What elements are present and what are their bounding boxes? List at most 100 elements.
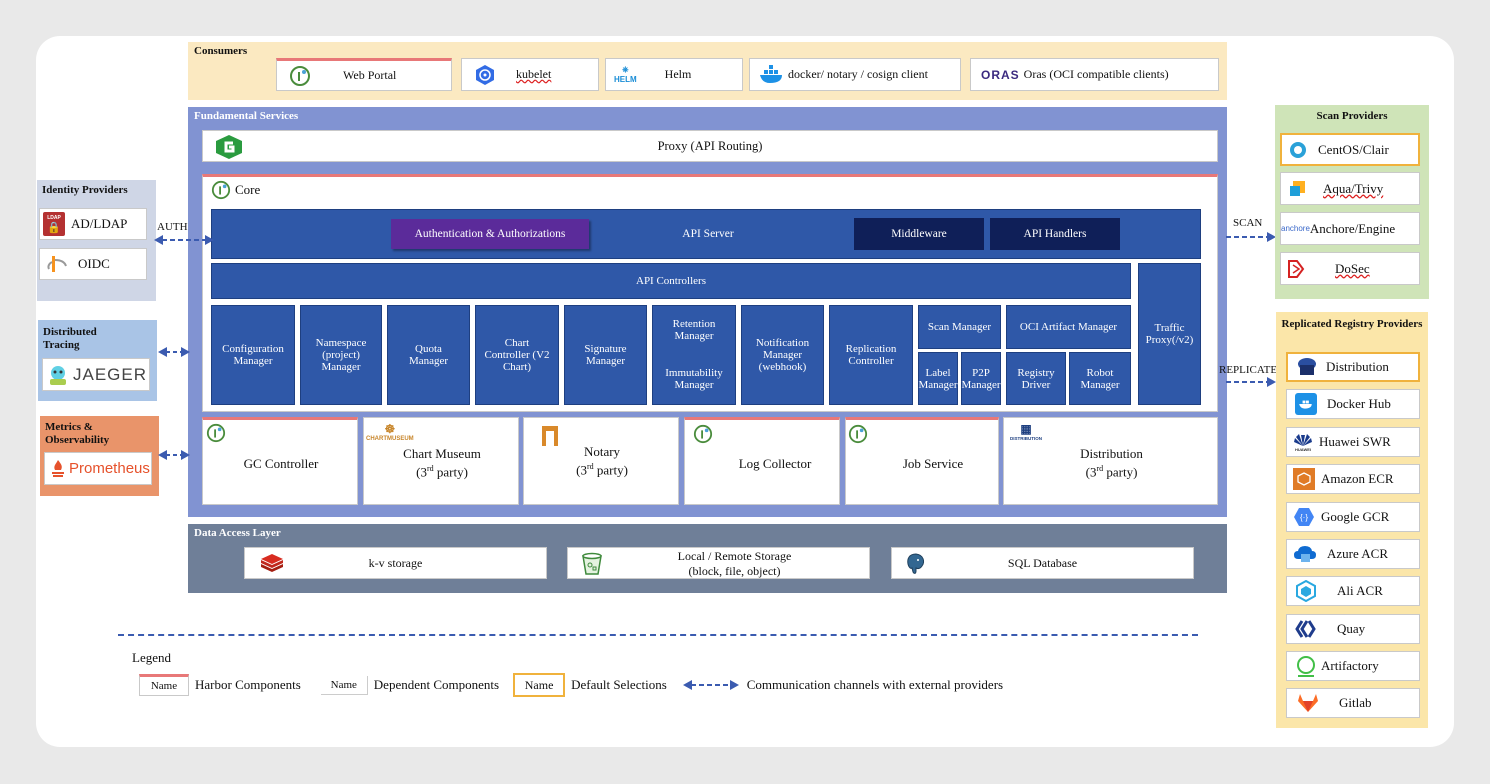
registry-amazon-ecr[interactable]: Amazon ECR	[1286, 464, 1420, 494]
oci-artifact-manager[interactable]: OCI Artifact Manager	[1006, 305, 1131, 349]
consumer-helm[interactable]: ⎈ HELM Helm	[605, 58, 743, 91]
identity-label: OIDC	[78, 256, 110, 271]
data-access-title: Data Access Layer	[194, 527, 281, 539]
scan-manager[interactable]: Scan Manager	[918, 305, 1001, 349]
authn-box[interactable]: Authentication & Authorizations	[391, 219, 589, 249]
huawei-icon: HUAWEI	[1293, 433, 1313, 452]
identity-ad-ldap[interactable]: LDAP 🔒 AD/LDAP	[39, 208, 147, 240]
scan-provider-label: DoSec	[1335, 260, 1370, 276]
fundamental-title: Fundamental Services	[194, 110, 299, 122]
legend-dependent-sample: Name	[320, 675, 368, 695]
registry-label: Quay	[1337, 621, 1366, 636]
immutability-manager[interactable]: Immutability Manager	[652, 353, 736, 405]
scan-provider-dosec[interactable]: DoSec	[1280, 252, 1420, 285]
dosec-icon	[1287, 259, 1305, 279]
distribution-box[interactable]: ▦ DISTRIBUTION Distribution (3rd party)	[1003, 417, 1218, 505]
tracing-title: Distributed Tracing	[43, 326, 97, 351]
configuration-manager[interactable]: Configuration Manager	[211, 305, 295, 405]
scan-provider-trivy[interactable]: Aqua/Trivy	[1280, 172, 1420, 205]
auth-channel-arrow	[154, 235, 214, 245]
fundamental-section: Fundamental Services Proxy (API Routing)…	[188, 107, 1227, 517]
job-service-label: Job Service	[902, 456, 964, 471]
registry-google-gcr[interactable]: {·} Google GCR	[1286, 502, 1420, 532]
api-handlers-box[interactable]: API Handlers	[990, 218, 1120, 250]
gc-controller-box[interactable]: GC Controller	[202, 417, 358, 505]
sql-database-label: SQL Database	[1007, 555, 1078, 570]
retention-manager[interactable]: Retention Manager	[652, 305, 736, 353]
kv-storage-label: k-v storage	[368, 555, 423, 570]
registry-driver[interactable]: Registry Driver	[1006, 352, 1066, 405]
log-collector-box[interactable]: Log Collector	[684, 417, 840, 505]
consumer-label: Web Portal	[343, 68, 397, 82]
label-manager[interactable]: Label Manager	[918, 352, 958, 405]
kv-storage-box[interactable]: k-v storage	[244, 547, 547, 579]
scan-provider-clair[interactable]: CentOS/Clair	[1280, 133, 1420, 166]
consumer-web-portal[interactable]: Web Portal	[276, 58, 452, 91]
identity-label: AD/LDAP	[71, 216, 128, 231]
jaeger-box[interactable]: JAEGER	[42, 358, 150, 391]
consumer-kubelet[interactable]: kubelet	[461, 58, 599, 91]
p2p-manager[interactable]: P2P Manager	[961, 352, 1001, 405]
prometheus-icon	[49, 459, 67, 479]
traffic-proxy-box[interactable]: Traffic Proxy(/v2)	[1138, 263, 1201, 405]
azure-acr-icon	[1293, 544, 1317, 564]
harbor-icon	[289, 65, 311, 87]
job-service-box[interactable]: Job Service	[845, 417, 999, 505]
api-server-label: API Server	[682, 228, 734, 240]
registry-ali-acr[interactable]: Ali ACR	[1286, 576, 1420, 606]
registry-artifactory[interactable]: Artifactory	[1286, 651, 1420, 681]
consumer-docker-client[interactable]: docker/ notary / cosign client	[749, 58, 961, 91]
registry-gitlab[interactable]: Gitlab	[1286, 688, 1420, 718]
notification-manager[interactable]: Notification Manager (webhook)	[741, 305, 824, 405]
registry-quay[interactable]: Quay	[1286, 614, 1420, 644]
notary-box[interactable]: Notary (3rd party)	[523, 417, 679, 505]
proxy-label: Proxy (API Routing)	[657, 138, 763, 153]
clair-icon	[1288, 140, 1308, 160]
redis-icon	[259, 553, 285, 575]
scan-channel-label: SCAN	[1233, 217, 1263, 229]
metrics-channel-arrow	[158, 450, 190, 460]
signature-manager[interactable]: Signature Manager	[564, 305, 647, 405]
chart-controller[interactable]: Chart Controller (V2 Chart)	[475, 305, 559, 405]
middleware-box[interactable]: Middleware	[854, 218, 984, 250]
core-header: Core	[211, 180, 260, 200]
replication-controller[interactable]: Replication Controller	[829, 305, 913, 405]
registry-docker-hub[interactable]: Docker Hub	[1286, 389, 1420, 419]
core-box[interactable]: Core Authentication & Authorizations API…	[202, 174, 1218, 412]
namespace-manager[interactable]: Namespace (project) Manager	[300, 305, 382, 405]
consumer-label: docker/ notary / cosign client	[788, 67, 928, 81]
replicate-channel-label: REPLICATE	[1219, 364, 1278, 376]
registry-label: Google GCR	[1321, 509, 1390, 524]
gitlab-icon	[1297, 693, 1319, 713]
registry-label: Gitlab	[1339, 695, 1372, 710]
registry-distribution[interactable]: Distribution	[1286, 352, 1420, 382]
chart-museum-box[interactable]: ☸ CHARTMUSEUM Chart Museum (3rd party)	[363, 417, 519, 505]
proxy-box[interactable]: Proxy (API Routing)	[202, 130, 1218, 162]
registry-label: Azure ACR	[1327, 546, 1389, 561]
core-label: Core	[235, 182, 261, 197]
registry-azure-acr[interactable]: Azure ACR	[1286, 539, 1420, 569]
identity-section: Identity Providers LDAP 🔒 AD/LDAP OIDC	[37, 180, 156, 301]
identity-title: Identity Providers	[42, 184, 128, 196]
quay-icon	[1295, 620, 1317, 638]
storage-box[interactable]: Local / Remote Storage (block, file, obj…	[567, 547, 870, 579]
robot-manager[interactable]: Robot Manager	[1069, 352, 1131, 405]
distribution-grid-icon: ▦	[1020, 422, 1032, 436]
replicated-section: Replicated Registry Providers Distributi…	[1276, 312, 1428, 728]
prometheus-label: Prometheus	[69, 460, 150, 477]
scan-provider-anchore[interactable]: anchore Anchore/Engine	[1280, 212, 1420, 245]
consumers-section: Consumers Web Portal kubelet ⎈ HELM Helm …	[188, 42, 1227, 100]
consumer-oras[interactable]: ORAS Oras (OCI compatible clients)	[970, 58, 1219, 91]
sql-database-box[interactable]: SQL Database	[891, 547, 1194, 579]
docker-hub-icon	[1295, 393, 1317, 415]
quota-manager[interactable]: Quota Manager	[387, 305, 470, 405]
consumer-label: Oras (OCI compatible clients)	[1023, 67, 1169, 81]
registry-label: Ali ACR	[1337, 583, 1383, 598]
identity-oidc[interactable]: OIDC	[39, 248, 147, 280]
legend-title: Legend	[132, 650, 171, 665]
legend-harbor-sample: Name	[139, 674, 189, 696]
prometheus-box[interactable]: Prometheus	[44, 452, 152, 485]
api-controllers-bar[interactable]: API Controllers	[211, 263, 1131, 299]
postgres-icon	[904, 552, 928, 576]
registry-huawei-swr[interactable]: HUAWEI Huawei SWR	[1286, 427, 1420, 457]
